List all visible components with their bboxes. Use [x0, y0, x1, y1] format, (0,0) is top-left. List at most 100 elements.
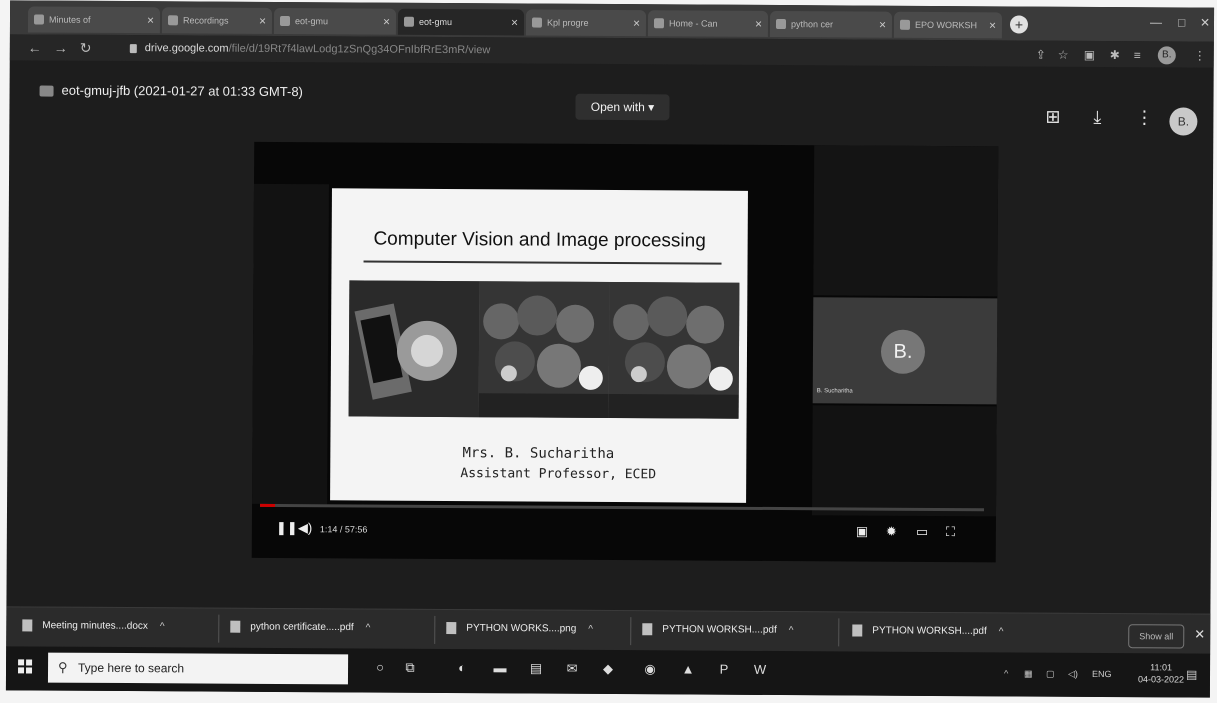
close-icon[interactable]: × — [379, 15, 390, 29]
speaker-icon[interactable]: ◁) — [1068, 669, 1078, 680]
minimize-icon[interactable]: — — [1150, 15, 1162, 29]
windows-taskbar: ⚲ Type here to search ○ ⧉ ◐ ▬ ▤ ✉ ◆ ◉ ▲ P… — [5, 646, 1211, 698]
language-indicator[interactable]: ENG — [1092, 669, 1112, 679]
close-icon[interactable]: × — [751, 17, 762, 31]
drive-icon — [279, 15, 291, 27]
chrome-taskbar-icon[interactable]: ◉ — [642, 661, 658, 676]
mail-icon[interactable]: ✉ — [564, 661, 580, 676]
download-item[interactable]: PYTHON WORKSH....pdf ^ — [642, 623, 793, 636]
video-player[interactable]: B. B. Sucharitha Computer Vision and Ima… — [251, 141, 999, 563]
clock-date: 04-03-2022 — [1137, 674, 1185, 685]
miniplayer-icon[interactable]: ▭ — [916, 524, 928, 540]
download-item[interactable]: python certificate.....pdf ^ — [230, 620, 371, 634]
close-icon[interactable]: × — [143, 13, 154, 27]
participant-name: B. Sucharitha — [816, 388, 853, 395]
camera-illustration — [348, 280, 480, 418]
notifications-icon[interactable]: ▤ — [1186, 668, 1197, 682]
download-item[interactable]: PYTHON WORKS....png ^ — [446, 622, 593, 635]
forward-icon[interactable]: → — [54, 40, 68, 56]
image-file-icon — [446, 622, 457, 635]
slide-image-strip — [348, 280, 740, 419]
tab-python-cert[interactable]: python cer × — [769, 10, 893, 38]
tab-recordings[interactable]: Recordings × — [161, 7, 273, 34]
edge-icon[interactable]: ◐ — [454, 660, 470, 675]
chevron-up-icon[interactable]: ^ — [1004, 668, 1008, 678]
file-explorer-icon[interactable]: ▬ — [492, 660, 508, 675]
photos-icon[interactable]: ▲ — [680, 661, 696, 676]
chrome-icon — [531, 17, 543, 28]
new-tab-button[interactable]: + — [1009, 15, 1029, 34]
reload-icon[interactable]: ↻ — [80, 40, 92, 57]
chevron-up-icon[interactable]: ^ — [160, 621, 165, 632]
chevron-up-icon[interactable]: ^ — [366, 622, 371, 633]
add-to-drive-icon[interactable]: ⊞ — [1045, 107, 1060, 128]
address-bar[interactable]: drive.google.com/file/d/19Rt7f4lawLodg1z… — [129, 39, 1010, 62]
close-icon[interactable]: × — [629, 16, 640, 30]
share-icon[interactable]: ⇪ — [1036, 48, 1046, 62]
tab-eot-gmu-active[interactable]: eot-gmu × — [397, 8, 525, 36]
network-icon[interactable]: ▦ — [1024, 669, 1033, 680]
more-options-icon[interactable]: ⋮ — [1135, 107, 1153, 128]
app-icon[interactable]: ◆ — [600, 661, 616, 676]
chrome-icon — [899, 19, 911, 30]
lock-icon — [129, 43, 137, 53]
chevron-up-icon[interactable]: ^ — [588, 624, 593, 635]
participant-avatar: B. — [880, 329, 926, 374]
media-queue-icon[interactable]: ≡ — [1134, 48, 1141, 62]
powerpoint-icon[interactable]: P — [716, 662, 732, 677]
chevron-up-icon[interactable]: ^ — [789, 625, 794, 636]
menu-kebab-icon[interactable]: ⋮ — [1194, 49, 1206, 63]
show-all-button[interactable]: Show all — [1128, 624, 1185, 649]
tab-epo-workshop[interactable]: EPO WORKSH × — [893, 11, 1003, 39]
clock-time: 11:01 — [1150, 662, 1173, 673]
slide-role: Assistant Professor, ECED — [460, 466, 657, 483]
download-item[interactable]: PYTHON WORKSH....pdf ^ — [852, 624, 1003, 637]
search-icon: ⚲ — [58, 659, 68, 675]
close-icon[interactable]: × — [507, 15, 518, 29]
system-clock[interactable]: 11:01 04-03-2022 — [1138, 661, 1184, 685]
close-icon[interactable]: ✕ — [1194, 627, 1205, 643]
tab-eot-gmu[interactable]: eot-gmu × — [273, 7, 397, 35]
windows-start-icon[interactable] — [18, 659, 33, 674]
fullscreen-icon[interactable]: ⛶ — [946, 524, 955, 540]
pause-icon[interactable]: ❚❚ — [276, 520, 298, 536]
video-dark-panel — [252, 183, 330, 505]
download-icon[interactable]: ⤓ — [1093, 107, 1101, 128]
tab-kpl-progress[interactable]: Kpl progre × — [525, 9, 647, 37]
chat-icon[interactable]: ▢ — [1046, 669, 1055, 680]
word-icon[interactable]: W — [752, 662, 768, 677]
chevron-up-icon[interactable]: ^ — [999, 626, 1004, 637]
open-with-button[interactable]: Open with ▾ — [575, 93, 670, 121]
account-avatar[interactable]: B. — [1169, 107, 1198, 136]
participant-tile-dark — [811, 405, 997, 517]
puzzle-icon[interactable]: ✱ — [1110, 48, 1120, 62]
vegetables-image-left — [478, 281, 610, 418]
extension-icon[interactable]: ▣ — [1084, 48, 1095, 62]
divider — [838, 618, 840, 647]
tab-minutes[interactable]: Minutes of × — [27, 6, 161, 34]
store-icon[interactable]: ▤ — [528, 661, 544, 676]
window-close-icon[interactable]: ✕ — [1200, 16, 1210, 30]
close-icon[interactable]: × — [875, 18, 886, 32]
settings-gear-icon[interactable]: ✹ — [886, 524, 897, 540]
participant-tile-empty — [813, 145, 999, 297]
close-icon[interactable]: × — [255, 14, 266, 28]
task-view-icon[interactable]: ⧉ — [402, 660, 418, 675]
video-progress-fill — [260, 503, 276, 507]
volume-icon[interactable]: ◀) — [298, 520, 312, 536]
drive-icon — [167, 15, 179, 26]
captions-icon[interactable]: ▣ — [856, 524, 868, 540]
close-icon[interactable]: × — [985, 18, 996, 32]
vegetables-illustration — [478, 281, 610, 418]
profile-avatar[interactable]: B. — [1157, 46, 1176, 65]
cortana-icon[interactable]: ○ — [372, 660, 388, 675]
download-item[interactable]: Meeting minutes....docx ^ — [22, 619, 165, 632]
back-icon[interactable]: ← — [28, 39, 42, 55]
video-file-icon — [39, 85, 54, 97]
bookmark-star-icon[interactable]: ☆ — [1058, 48, 1069, 62]
tab-home-canva[interactable]: Home - Can × — [647, 10, 769, 37]
taskbar-search-input[interactable]: ⚲ Type here to search — [47, 652, 349, 685]
maximize-icon[interactable]: □ — [1178, 15, 1185, 29]
participant-tile: B. B. Sucharitha — [812, 297, 998, 405]
camera-image — [348, 280, 480, 418]
